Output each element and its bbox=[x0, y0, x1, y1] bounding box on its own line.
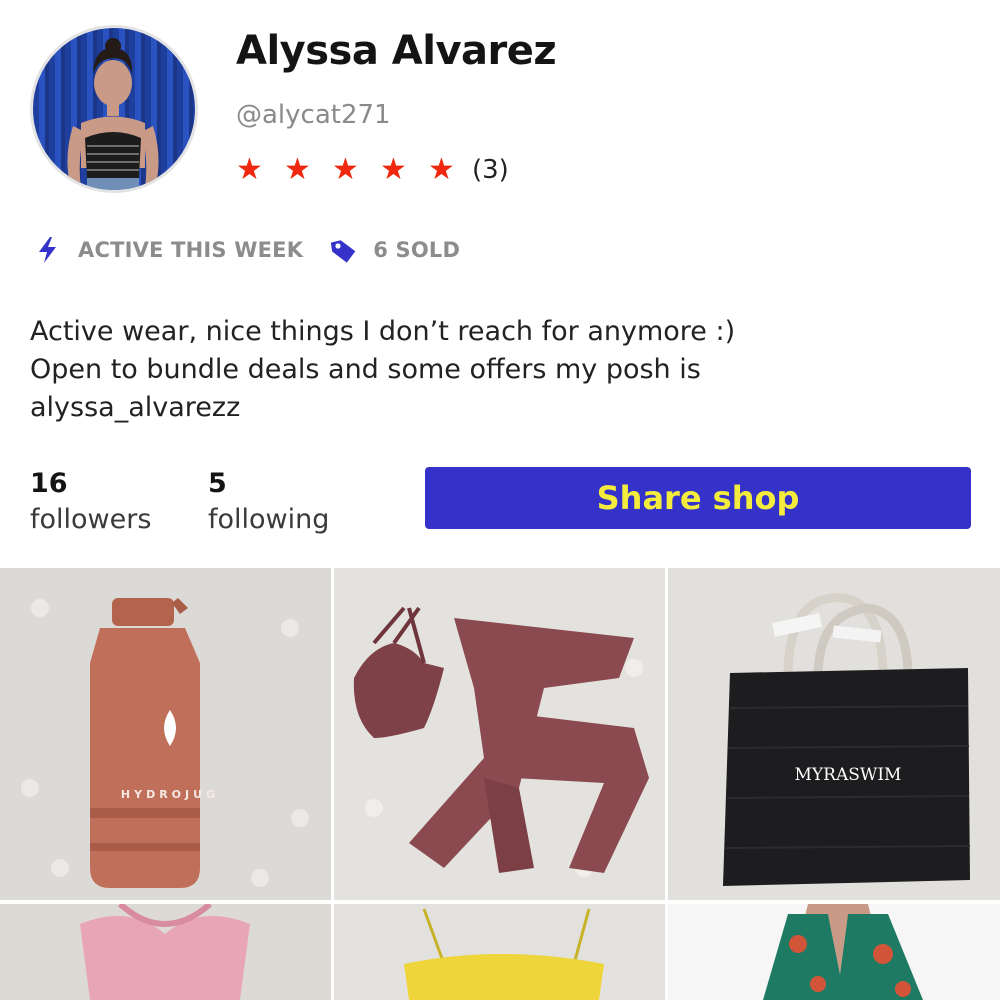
profile-handle: @alycat271 bbox=[236, 100, 391, 130]
rating[interactable]: ★ ★ ★ ★ ★ (3) bbox=[236, 150, 509, 190]
star-icon: ★ bbox=[332, 152, 359, 187]
listing-tile-tote-bag[interactable]: MYRASWIM bbox=[668, 568, 1000, 900]
followers-stat[interactable]: 16 followers bbox=[30, 467, 151, 539]
yellow-top-photo bbox=[334, 904, 665, 1000]
following-count: 5 bbox=[208, 468, 227, 499]
bio-line: Open to bundle deals and some offers my … bbox=[30, 354, 701, 385]
star-icon: ★ bbox=[236, 152, 263, 187]
tote-bag-photo: MYRASWIM bbox=[668, 568, 1000, 900]
activity-badges: ACTIVE THIS WEEK 6 SOLD bbox=[36, 236, 460, 264]
sold-count-label: 6 SOLD bbox=[373, 238, 461, 262]
star-icon: ★ bbox=[284, 152, 311, 187]
star-icon: ★ bbox=[380, 152, 407, 187]
active-this-week-label: ACTIVE THIS WEEK bbox=[78, 238, 304, 262]
bio-line: alyssa_alvarezz bbox=[30, 392, 241, 423]
listing-tile-water-jug[interactable]: H HYDROJUG bbox=[0, 568, 331, 900]
followers-count: 16 bbox=[30, 468, 68, 499]
profile-bio: Active wear, nice things I don’t reach f… bbox=[30, 313, 950, 427]
star-icon: ★ bbox=[428, 152, 455, 187]
floral-dress-photo bbox=[668, 904, 1000, 1000]
bio-line: Active wear, nice things I don’t reach f… bbox=[30, 316, 736, 347]
listing-grid: H HYDROJUG MYRASWIM bbox=[0, 568, 1000, 1000]
followers-label: followers bbox=[30, 504, 152, 535]
pink-top-photo bbox=[0, 904, 331, 1000]
listing-tile-activewear-set[interactable] bbox=[334, 568, 665, 900]
rating-count: (3) bbox=[472, 155, 509, 185]
listing-tile-floral-dress[interactable] bbox=[668, 904, 1000, 1000]
share-shop-button[interactable]: Share shop bbox=[425, 467, 971, 529]
profile-name: Alyssa Alvarez bbox=[236, 28, 557, 74]
following-stat[interactable]: 5 following bbox=[208, 467, 329, 539]
lightning-bolt-icon bbox=[39, 237, 56, 263]
listing-tile-yellow-top[interactable] bbox=[334, 904, 665, 1000]
jug-print-text: HYDROJUG bbox=[121, 788, 219, 801]
avatar-photo bbox=[67, 38, 159, 190]
avatar bbox=[30, 25, 198, 193]
activewear-set-photo bbox=[334, 568, 665, 900]
following-label: following bbox=[208, 504, 330, 535]
jug-logo-letter: H bbox=[164, 741, 177, 759]
tote-print-text: MYRASWIM bbox=[795, 765, 902, 785]
price-tag-icon bbox=[331, 240, 356, 263]
water-jug-photo: H HYDROJUG bbox=[0, 568, 331, 900]
listing-tile-pink-top[interactable] bbox=[0, 904, 331, 1000]
